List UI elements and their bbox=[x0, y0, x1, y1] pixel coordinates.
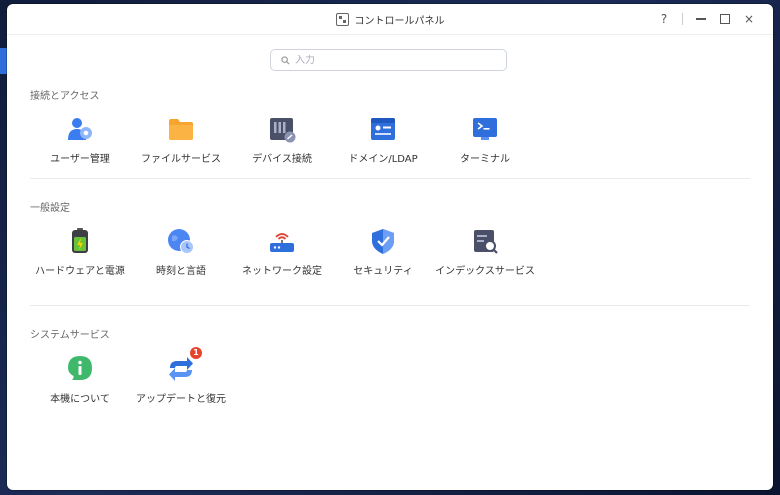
item-label: 本機について bbox=[50, 394, 110, 405]
item-label: ネットワーク設定 bbox=[242, 266, 322, 277]
search-box[interactable] bbox=[270, 49, 507, 71]
user-management-icon bbox=[68, 118, 92, 140]
search-input[interactable] bbox=[295, 54, 495, 66]
item-label: アップデートと復元 bbox=[136, 394, 226, 405]
section-divider bbox=[30, 305, 750, 306]
update-icon-wrap: 1 bbox=[166, 347, 202, 384]
item-label: セキュリティ bbox=[353, 266, 413, 277]
section-title-connection: 接続とアクセス bbox=[30, 91, 100, 102]
item-domain-ldap[interactable]: ドメイン/LDAP bbox=[331, 114, 435, 167]
help-button[interactable]: ? bbox=[652, 4, 676, 34]
battery-power-icon bbox=[72, 228, 88, 253]
item-file-service[interactable]: ファイルサービス bbox=[129, 114, 233, 167]
item-time-language[interactable]: 時刻と言語 bbox=[129, 226, 233, 279]
minimize-button[interactable] bbox=[689, 4, 713, 34]
title-bar: コントロールパネル ? × bbox=[7, 4, 773, 35]
section-title-general: 一般設定 bbox=[30, 203, 70, 214]
router-icon bbox=[270, 233, 294, 252]
close-button[interactable]: × bbox=[737, 4, 761, 34]
section-title-system: システムサービス bbox=[30, 330, 110, 341]
window-title-text: コントロールパネル bbox=[354, 15, 445, 27]
item-update-restore[interactable]: 1 アップデートと復元 bbox=[129, 347, 233, 407]
control-panel-app-icon bbox=[335, 12, 349, 26]
maximize-icon bbox=[720, 14, 730, 24]
desktop-edge bbox=[0, 48, 7, 74]
index-search-icon bbox=[474, 230, 498, 254]
controls-divider bbox=[682, 13, 683, 25]
item-user-management[interactable]: ユーザー管理 bbox=[28, 114, 132, 167]
item-device-connection[interactable]: デバイス接続 bbox=[230, 114, 334, 167]
maximize-button[interactable] bbox=[713, 4, 737, 34]
search-icon bbox=[281, 55, 290, 65]
device-connection-icon bbox=[270, 118, 296, 143]
item-security[interactable]: セキュリティ bbox=[331, 226, 435, 279]
terminal-icon bbox=[473, 118, 497, 140]
info-bubble-icon bbox=[68, 356, 92, 380]
item-label: インデックスサービス bbox=[435, 266, 535, 277]
item-terminal[interactable]: ターミナル bbox=[433, 114, 537, 167]
shield-icon bbox=[372, 229, 394, 254]
section-divider bbox=[30, 178, 750, 179]
item-label: ユーザー管理 bbox=[50, 154, 110, 165]
item-index-service[interactable]: インデックスサービス bbox=[433, 226, 537, 279]
update-arrows-icon bbox=[169, 357, 193, 381]
item-label: ドメイン/LDAP bbox=[348, 154, 418, 165]
item-label: ハードウェアと電源 bbox=[35, 266, 125, 277]
item-hardware-power[interactable]: ハードウェアと電源 bbox=[28, 226, 132, 279]
domain-ldap-icon bbox=[371, 118, 395, 140]
globe-clock-icon bbox=[168, 229, 194, 254]
item-label: ファイルサービス bbox=[141, 154, 221, 165]
item-label: ターミナル bbox=[460, 154, 510, 165]
item-label: 時刻と言語 bbox=[156, 266, 206, 277]
item-network-settings[interactable]: ネットワーク設定 bbox=[230, 226, 334, 279]
item-label: デバイス接続 bbox=[252, 154, 312, 165]
control-panel-window: コントロールパネル ? × 接続とアクセス ユーザー管理 bbox=[7, 4, 773, 490]
window-controls: ? × bbox=[652, 4, 761, 34]
item-about[interactable]: 本機について bbox=[28, 354, 132, 407]
minimize-icon bbox=[696, 18, 706, 20]
update-count-badge: 1 bbox=[190, 347, 202, 359]
folder-icon bbox=[169, 119, 193, 140]
